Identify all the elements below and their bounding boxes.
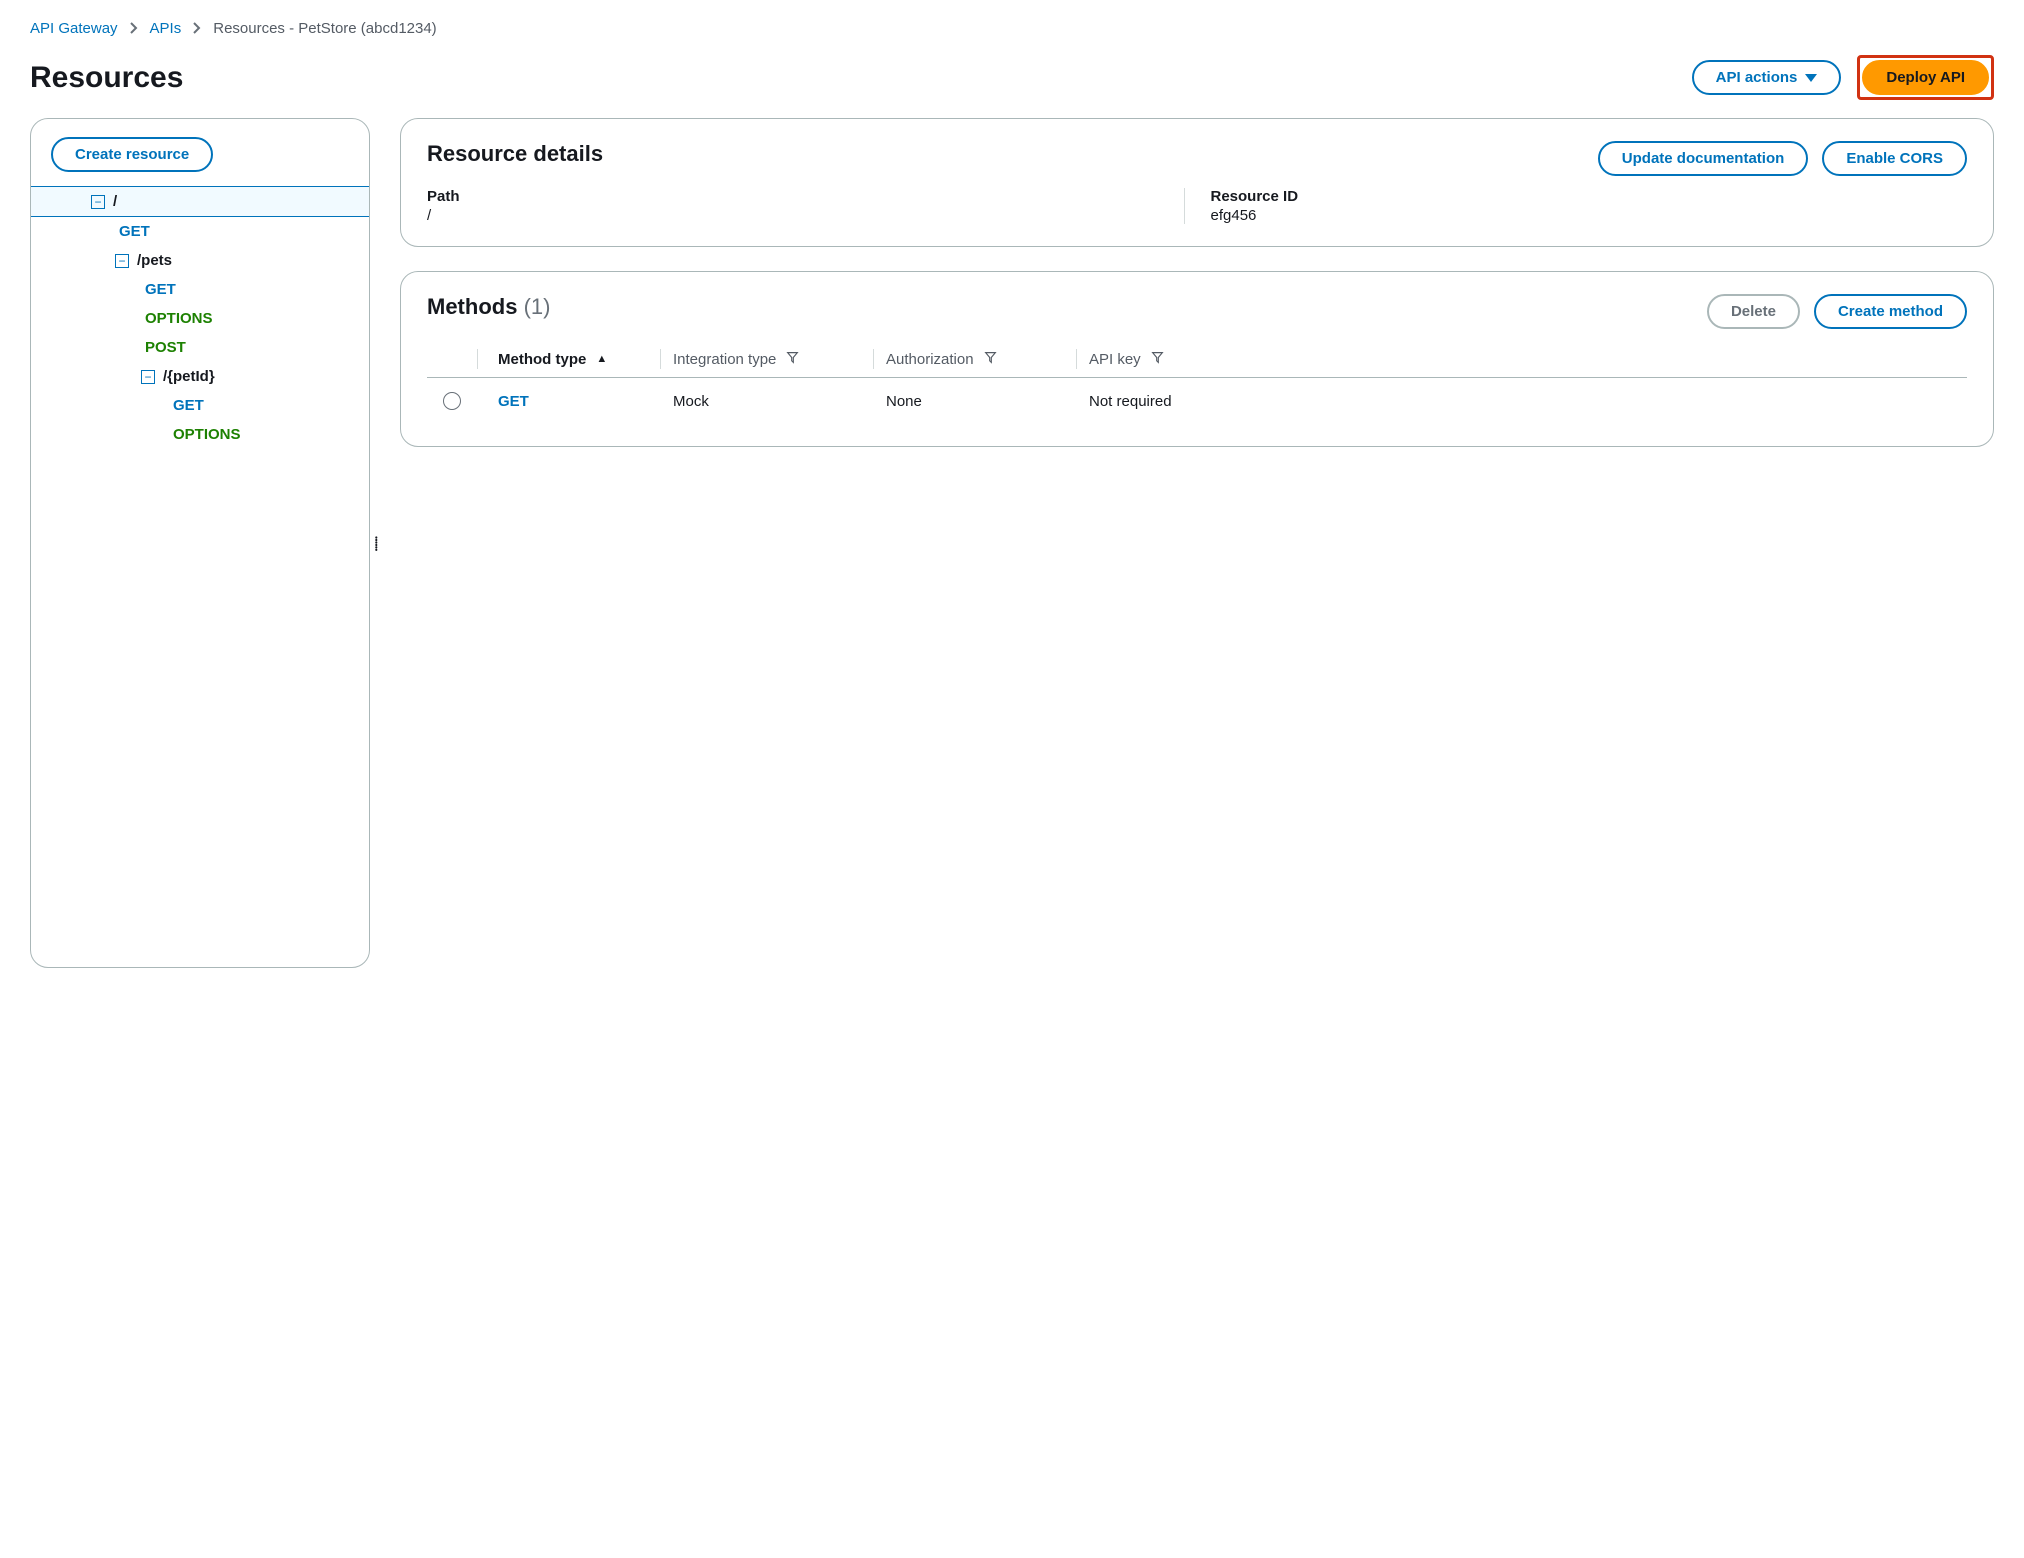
methods-title: Methods (1) xyxy=(427,294,550,320)
resource-tree: − / GET − /pets GET OPTIONS POST − /{pet… xyxy=(31,186,369,449)
api-actions-button[interactable]: API actions xyxy=(1692,60,1842,95)
tree-method-pets-options[interactable]: OPTIONS xyxy=(31,304,369,333)
chevron-right-icon xyxy=(193,21,201,37)
chevron-right-icon xyxy=(130,21,138,37)
methods-count: (1) xyxy=(524,294,551,319)
caret-down-icon xyxy=(1805,74,1817,82)
column-label: Authorization xyxy=(886,351,974,368)
collapse-icon[interactable]: − xyxy=(91,195,105,209)
breadcrumb-root[interactable]: API Gateway xyxy=(30,20,118,37)
enable-cors-button[interactable]: Enable CORS xyxy=(1822,141,1967,176)
radio-button[interactable] xyxy=(443,392,461,410)
deploy-api-button[interactable]: Deploy API xyxy=(1862,60,1989,95)
tree-node-root[interactable]: − / xyxy=(31,186,369,217)
tree-method-petid-get[interactable]: GET xyxy=(31,391,369,420)
resource-tree-panel: Create resource − / GET − /pets GET OPTI… xyxy=(30,118,370,968)
tree-node-petid[interactable]: − /{petId} xyxy=(31,362,369,391)
column-label: Method type xyxy=(498,351,586,368)
create-resource-button[interactable]: Create resource xyxy=(51,137,213,172)
cell-integration: Mock xyxy=(673,393,873,410)
tree-label: / xyxy=(113,193,117,210)
page-title: Resources xyxy=(30,61,183,95)
splitter-handle-icon[interactable]: ⸽ xyxy=(375,534,377,552)
tree-method-pets-post[interactable]: POST xyxy=(31,333,369,362)
collapse-icon[interactable]: − xyxy=(141,370,155,384)
tree-method-petid-options[interactable]: OPTIONS xyxy=(31,420,369,449)
breadcrumb-apis[interactable]: APIs xyxy=(150,20,182,37)
column-api-key[interactable]: API key xyxy=(1089,351,1967,368)
resource-id-label: Resource ID xyxy=(1211,188,1968,205)
create-method-button[interactable]: Create method xyxy=(1814,294,1967,329)
filter-icon xyxy=(1151,351,1164,368)
tree-label: /{petId} xyxy=(163,368,215,385)
path-value: / xyxy=(427,207,1184,224)
column-label: Integration type xyxy=(673,351,776,368)
filter-icon xyxy=(984,351,997,368)
breadcrumb: API Gateway APIs Resources - PetStore (a… xyxy=(30,20,1994,37)
methods-panel: Methods (1) Delete Create method Method … xyxy=(400,271,1994,447)
tree-node-pets[interactable]: − /pets xyxy=(31,246,369,275)
column-method-type[interactable]: Method type ▲ xyxy=(490,351,660,368)
resource-id-value: efg456 xyxy=(1211,207,1968,224)
column-integration-type[interactable]: Integration type xyxy=(673,351,873,368)
tree-method-pets-get[interactable]: GET xyxy=(31,275,369,304)
methods-table: Method type ▲ Integration type Authoriza… xyxy=(427,341,1967,424)
tree-method-root-get[interactable]: GET xyxy=(31,217,369,246)
cell-authorization: None xyxy=(886,393,1076,410)
path-label: Path xyxy=(427,188,1184,205)
deploy-highlight: Deploy API xyxy=(1857,55,1994,100)
column-label: API key xyxy=(1089,351,1141,368)
sort-asc-icon: ▲ xyxy=(596,353,607,365)
update-documentation-button[interactable]: Update documentation xyxy=(1598,141,1809,176)
methods-title-text: Methods xyxy=(427,294,517,319)
resource-details-title: Resource details xyxy=(427,141,603,167)
table-row[interactable]: GET Mock None Not required xyxy=(427,378,1967,424)
breadcrumb-current: Resources - PetStore (abcd1234) xyxy=(213,20,436,37)
cell-api-key: Not required xyxy=(1089,393,1967,410)
filter-icon xyxy=(786,351,799,368)
resource-details-panel: Resource details Update documentation En… xyxy=(400,118,1994,247)
method-link[interactable]: GET xyxy=(498,393,529,410)
collapse-icon[interactable]: − xyxy=(115,254,129,268)
api-actions-label: API actions xyxy=(1716,69,1798,86)
column-authorization[interactable]: Authorization xyxy=(886,351,1076,368)
tree-label: /pets xyxy=(137,252,172,269)
delete-method-button[interactable]: Delete xyxy=(1707,294,1800,329)
